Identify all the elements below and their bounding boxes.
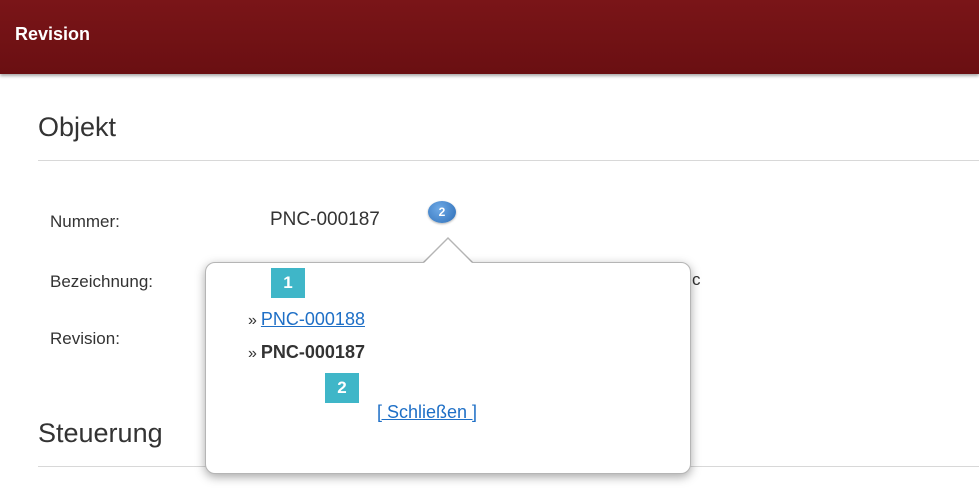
close-popup-link[interactable]: [ Schließen ] xyxy=(377,402,477,423)
header-bar: Revision xyxy=(0,0,979,74)
bullet-icon: » xyxy=(248,312,257,329)
close-popup-label[interactable]: [ Schließen ] xyxy=(377,402,477,422)
annotation-marker-1: 1 xyxy=(271,268,305,298)
bullet-icon: » xyxy=(248,345,257,362)
bezeichnung-value-partial: c xyxy=(692,270,701,289)
current-revision: PNC-000187 xyxy=(260,342,365,362)
revision-count-badge[interactable]: 2 xyxy=(428,201,456,223)
nummer-label: Nummer: xyxy=(50,212,120,231)
popup-arrow-fill xyxy=(423,239,473,264)
revision-label: Revision: xyxy=(50,329,120,348)
bezeichnung-label: Bezeichnung: xyxy=(50,272,154,291)
popup-revision-item[interactable]: » PNC-000188 xyxy=(248,309,365,330)
annotation-marker-2: 2 xyxy=(325,373,359,403)
nummer-value: PNC-000187 xyxy=(270,209,380,230)
section-title-steuerung: Steuerung xyxy=(38,418,163,448)
header-title: Revision xyxy=(15,24,91,44)
section-title-objekt: Objekt xyxy=(38,112,117,142)
popup-revision-item: » PNC-000187 xyxy=(248,342,365,363)
section-divider xyxy=(38,160,979,161)
revision-link[interactable]: PNC-000188 xyxy=(261,309,365,329)
